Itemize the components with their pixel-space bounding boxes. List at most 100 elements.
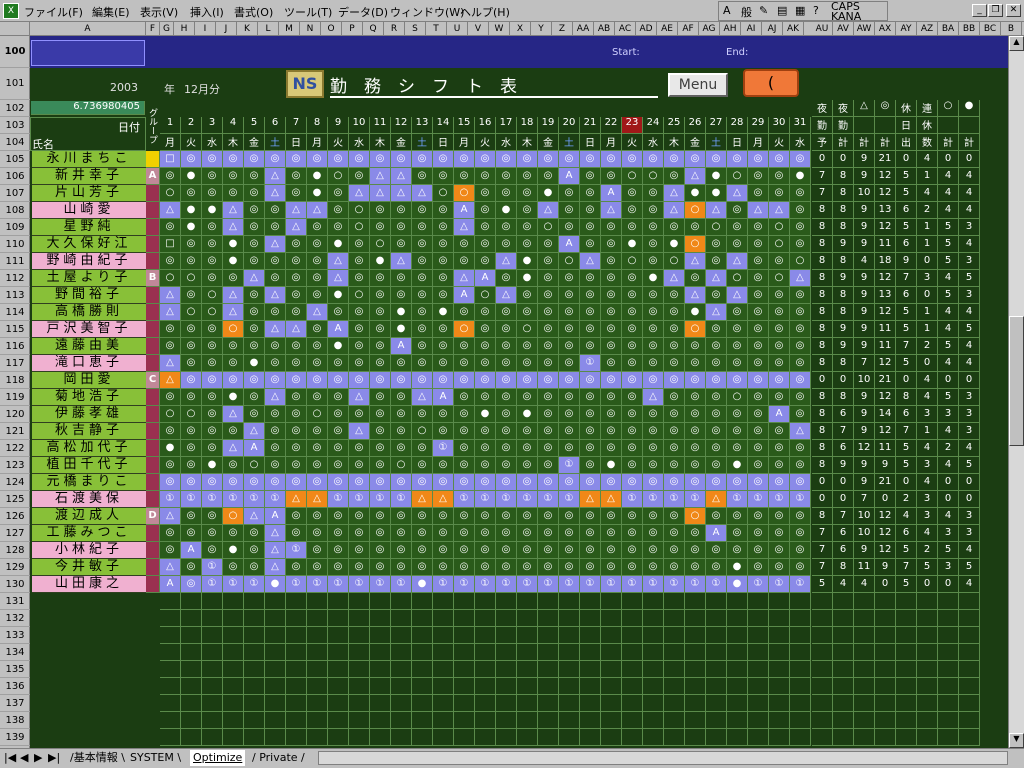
shift-cell[interactable]: ○ <box>412 423 433 440</box>
shift-cell[interactable]: ① <box>664 576 685 593</box>
shift-cell[interactable]: ◎ <box>727 151 748 168</box>
shift-cell[interactable]: ◎ <box>286 304 307 321</box>
empty-cell[interactable] <box>412 644 433 661</box>
empty-cell[interactable] <box>769 712 790 729</box>
shift-cell[interactable]: ◎ <box>622 202 643 219</box>
empty-cell[interactable] <box>769 661 790 678</box>
staff-name[interactable]: 元橋まりこ <box>32 474 146 491</box>
shift-cell[interactable]: ① <box>601 576 622 593</box>
shift-cell[interactable]: ◎ <box>412 525 433 542</box>
shift-cell[interactable]: ◎ <box>748 321 769 338</box>
empty-cell[interactable] <box>727 729 748 746</box>
empty-cell[interactable] <box>370 729 391 746</box>
shift-cell[interactable]: ◎ <box>370 151 391 168</box>
shift-cell[interactable]: ◎ <box>433 202 454 219</box>
shift-cell[interactable]: ○ <box>223 508 244 525</box>
row-header[interactable]: 103 <box>0 117 30 134</box>
shift-cell[interactable]: ◎ <box>433 372 454 389</box>
shift-cell[interactable]: ◎ <box>370 202 391 219</box>
empty-cell[interactable] <box>328 729 349 746</box>
empty-cell[interactable] <box>496 593 517 610</box>
shift-cell[interactable]: ◎ <box>601 338 622 355</box>
empty-cell[interactable] <box>706 695 727 712</box>
shift-cell[interactable]: ● <box>517 270 538 287</box>
shift-cell[interactable]: ○ <box>706 219 727 236</box>
shift-cell[interactable]: △ <box>286 202 307 219</box>
empty-cell[interactable] <box>244 644 265 661</box>
shift-cell[interactable]: ◎ <box>643 321 664 338</box>
shift-cell[interactable]: ◎ <box>580 304 601 321</box>
empty-cell[interactable] <box>454 593 475 610</box>
row-header[interactable]: 112 <box>0 270 30 287</box>
empty-cell[interactable] <box>244 661 265 678</box>
shift-cell[interactable]: ◎ <box>454 338 475 355</box>
shift-cell[interactable]: ① <box>664 491 685 508</box>
empty-cell[interactable] <box>664 712 685 729</box>
ime-tools-icon[interactable]: ✎ <box>759 4 768 17</box>
shift-cell[interactable]: ◎ <box>769 185 790 202</box>
empty-cell[interactable] <box>181 593 202 610</box>
empty-cell[interactable] <box>160 644 181 661</box>
shift-cell[interactable]: ◎ <box>790 457 811 474</box>
shift-cell[interactable]: ◎ <box>181 423 202 440</box>
ime-pad-icon[interactable]: ▤ <box>777 4 787 17</box>
col-header-U[interactable]: U <box>447 22 468 36</box>
shift-cell[interactable]: ◎ <box>475 321 496 338</box>
shift-cell[interactable]: ● <box>538 185 559 202</box>
shift-cell[interactable]: ◎ <box>181 185 202 202</box>
shift-cell[interactable]: ◎ <box>370 508 391 525</box>
shift-cell[interactable]: ◎ <box>286 355 307 372</box>
shift-cell[interactable]: ◎ <box>685 559 706 576</box>
empty-cell[interactable] <box>265 729 286 746</box>
shift-cell[interactable]: ◎ <box>538 270 559 287</box>
shift-cell[interactable]: ◎ <box>265 253 286 270</box>
row-header[interactable]: 132 <box>0 610 30 627</box>
empty-cell[interactable] <box>202 678 223 695</box>
empty-cell[interactable] <box>790 661 811 678</box>
shift-cell[interactable]: ◎ <box>391 474 412 491</box>
shift-cell[interactable]: ◎ <box>286 406 307 423</box>
shift-cell[interactable]: ◎ <box>412 559 433 576</box>
staff-name[interactable]: 星野純 <box>32 219 146 236</box>
shift-cell[interactable]: ◎ <box>412 457 433 474</box>
shift-cell[interactable]: ◎ <box>181 321 202 338</box>
empty-cell[interactable] <box>517 712 538 729</box>
shift-cell[interactable]: ① <box>685 491 706 508</box>
shift-cell[interactable]: ◎ <box>664 321 685 338</box>
shift-cell[interactable]: ◎ <box>454 406 475 423</box>
empty-cell[interactable] <box>790 644 811 661</box>
empty-cell[interactable] <box>748 593 769 610</box>
shift-cell[interactable]: ◎ <box>370 270 391 287</box>
shift-cell[interactable]: ◎ <box>265 202 286 219</box>
empty-cell[interactable] <box>496 712 517 729</box>
empty-cell[interactable] <box>328 593 349 610</box>
empty-cell[interactable] <box>727 644 748 661</box>
shift-cell[interactable]: ◎ <box>685 457 706 474</box>
empty-cell[interactable] <box>181 695 202 712</box>
shift-cell[interactable]: ◎ <box>685 270 706 287</box>
shift-cell[interactable]: ◎ <box>622 338 643 355</box>
shift-cell[interactable]: ◎ <box>517 559 538 576</box>
empty-cell[interactable] <box>727 627 748 644</box>
empty-cell[interactable] <box>601 644 622 661</box>
empty-cell[interactable] <box>685 644 706 661</box>
empty-cell[interactable] <box>812 610 833 627</box>
empty-cell[interactable] <box>685 729 706 746</box>
shift-cell[interactable]: ◎ <box>202 236 223 253</box>
shift-cell[interactable]: ◎ <box>181 440 202 457</box>
shift-cell[interactable]: ◎ <box>328 355 349 372</box>
shift-cell[interactable]: ◎ <box>517 219 538 236</box>
empty-cell[interactable] <box>349 627 370 644</box>
shift-cell[interactable]: ◎ <box>517 287 538 304</box>
staff-name[interactable]: 岡田愛 <box>32 372 146 389</box>
shift-cell[interactable]: ◎ <box>244 321 265 338</box>
shift-cell[interactable]: ◎ <box>601 270 622 287</box>
shift-cell[interactable]: ◎ <box>685 525 706 542</box>
tab-nav-last-icon[interactable]: ▶| <box>48 750 60 766</box>
empty-cell[interactable] <box>601 593 622 610</box>
shift-cell[interactable]: ◎ <box>307 440 328 457</box>
shift-cell[interactable]: ◎ <box>286 168 307 185</box>
shift-cell[interactable]: ◎ <box>748 270 769 287</box>
shift-cell[interactable]: ◎ <box>559 474 580 491</box>
shift-cell[interactable]: ◎ <box>622 457 643 474</box>
